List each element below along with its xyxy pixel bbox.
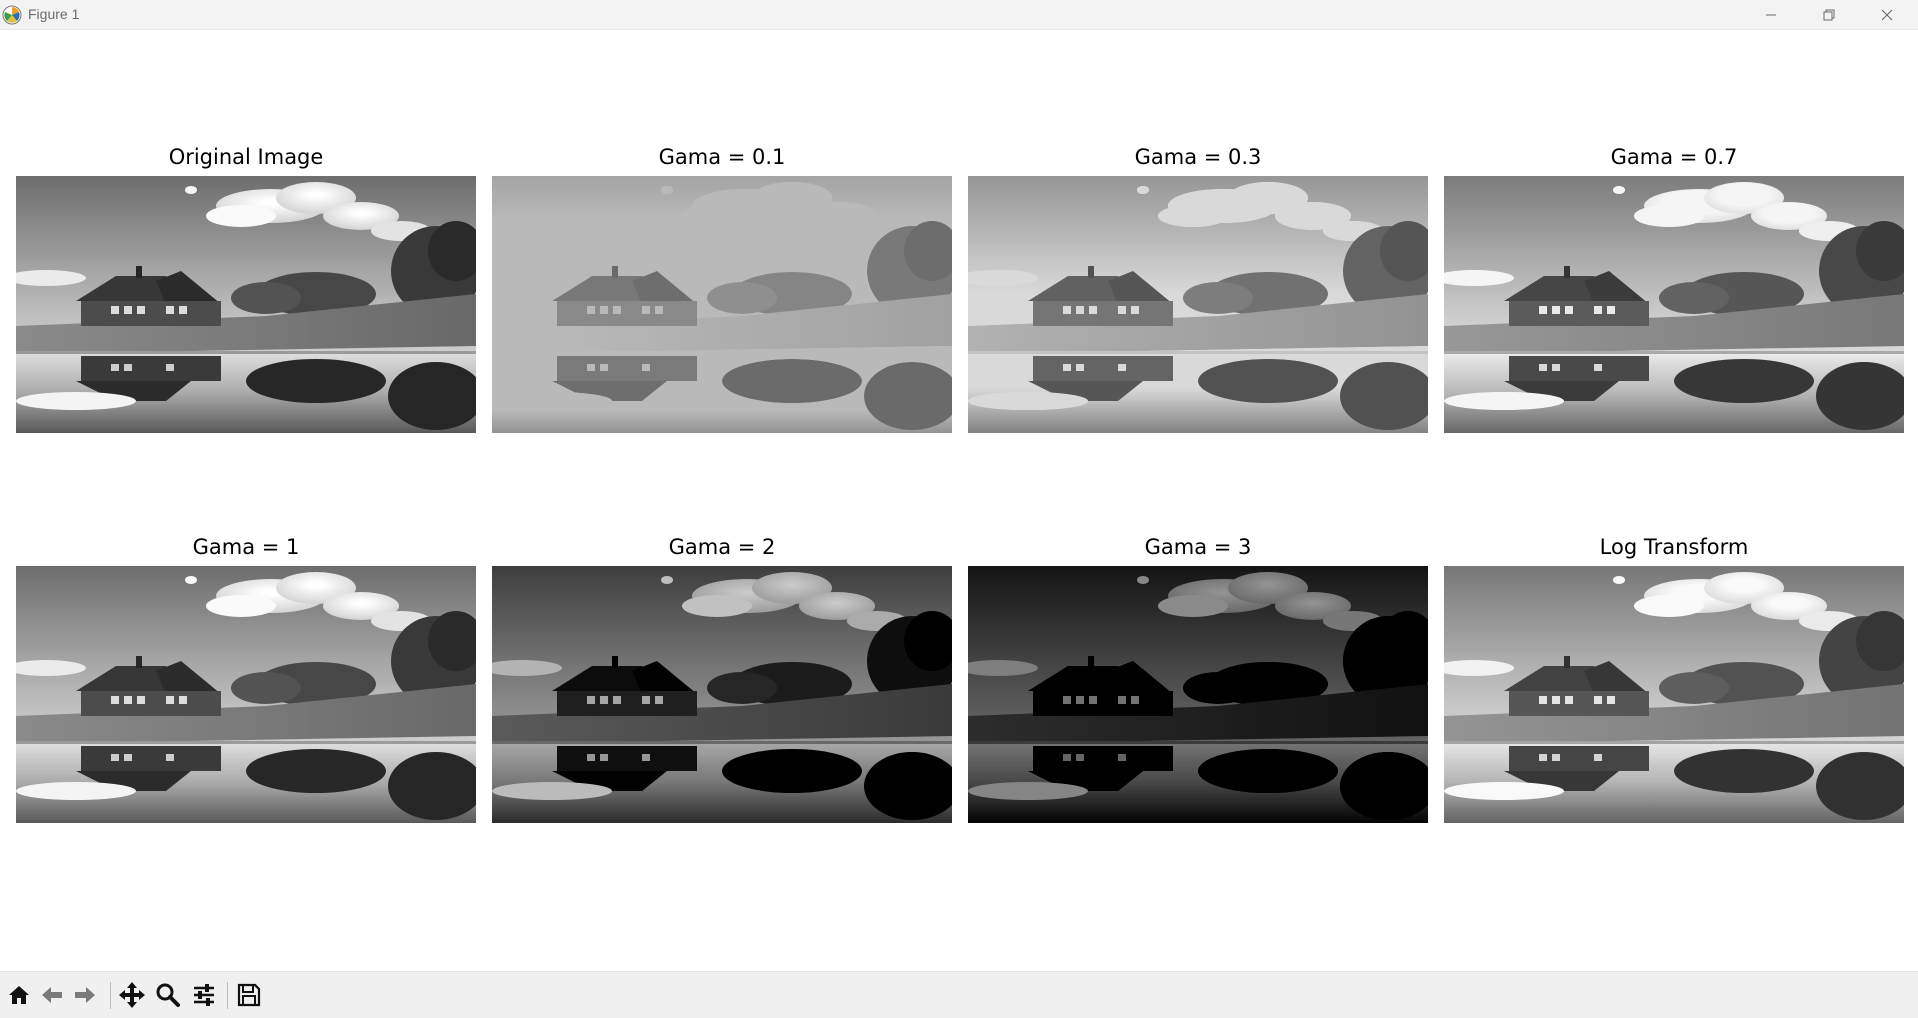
save-icon bbox=[237, 983, 261, 1007]
panel-title-gamma-0-3: Gama = 0.3 bbox=[1134, 145, 1262, 169]
toolbar-separator bbox=[110, 982, 111, 1009]
minimize-icon bbox=[1766, 14, 1776, 15]
close-icon bbox=[1881, 9, 1893, 20]
forward-icon bbox=[75, 987, 95, 1003]
home-icon bbox=[9, 986, 29, 1004]
panel-title-original: Original Image bbox=[168, 145, 324, 169]
panel-title-gamma-1: Gama = 1 bbox=[192, 535, 300, 559]
back-button[interactable] bbox=[37, 980, 67, 1010]
matplotlib-logo-icon bbox=[2, 5, 22, 25]
panel-image-original bbox=[16, 176, 476, 433]
panel-image-gamma-0-3 bbox=[968, 176, 1428, 433]
navigation-toolbar bbox=[0, 971, 1918, 1018]
panel-image-gamma-1 bbox=[16, 566, 476, 823]
toolbar-separator bbox=[227, 982, 228, 1009]
panel-title-gamma-0-7: Gama = 0.7 bbox=[1610, 145, 1738, 169]
pan-icon bbox=[119, 982, 145, 1008]
home-button[interactable] bbox=[4, 980, 34, 1010]
restore-button[interactable] bbox=[1806, 0, 1852, 29]
restore-icon bbox=[1823, 9, 1835, 20]
panel-image-gamma-3 bbox=[968, 566, 1428, 823]
panel-title-gamma-0-1: Gama = 0.1 bbox=[658, 145, 786, 169]
panel-title-gamma-3: Gama = 3 bbox=[1144, 535, 1252, 559]
save-button[interactable] bbox=[234, 980, 264, 1010]
pan-button[interactable] bbox=[117, 980, 147, 1010]
panel-title-log-transform: Log Transform bbox=[1599, 535, 1749, 559]
panel-image-gamma-0-7 bbox=[1444, 176, 1904, 433]
zoom-icon bbox=[156, 983, 180, 1007]
zoom-button[interactable] bbox=[153, 980, 183, 1010]
panel-image-gamma-2 bbox=[492, 566, 952, 823]
panel-title-gamma-2: Gama = 2 bbox=[668, 535, 776, 559]
panel-image-log-transform bbox=[1444, 566, 1904, 823]
close-button[interactable] bbox=[1864, 0, 1910, 29]
back-icon bbox=[42, 987, 62, 1003]
forward-button[interactable] bbox=[70, 980, 100, 1010]
figure-canvas[interactable]: Original Image Gama = 0.1 Gama = 0.3 Gam… bbox=[0, 30, 1918, 971]
panel-image-gamma-0-1 bbox=[492, 176, 952, 433]
window-title: Figure 1 bbox=[28, 6, 80, 22]
configure-subplots-icon bbox=[194, 984, 214, 1006]
configure-subplots-button[interactable] bbox=[189, 980, 219, 1010]
window-titlebar: Figure 1 bbox=[0, 0, 1918, 30]
minimize-button[interactable] bbox=[1748, 0, 1794, 29]
